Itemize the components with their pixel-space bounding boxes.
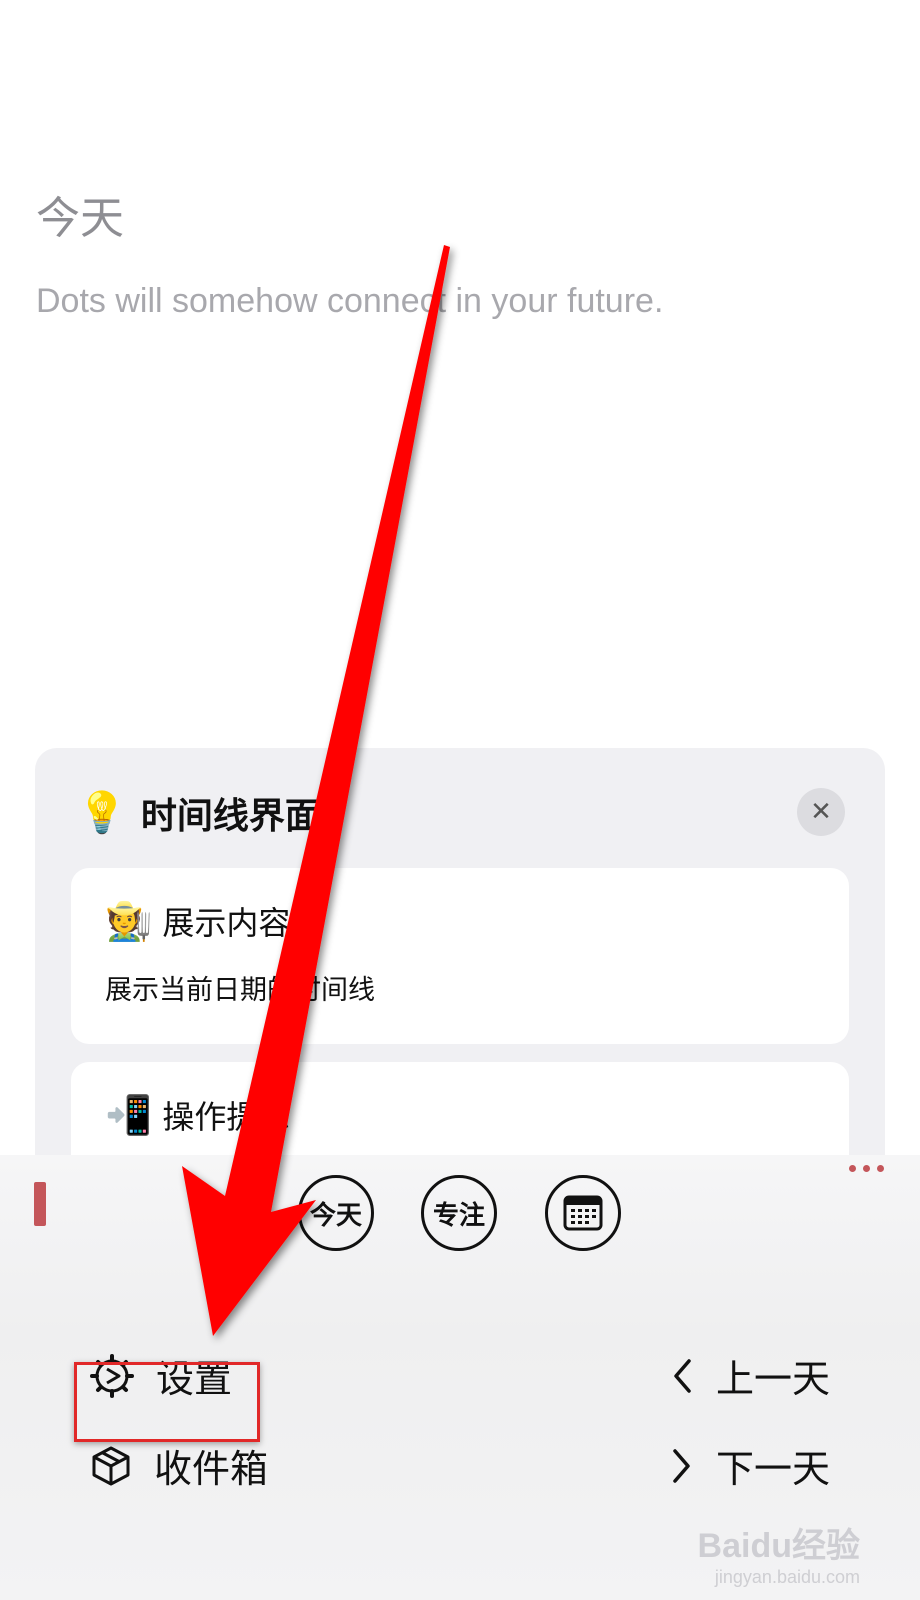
tip-item-desc: 展示当前日期的时间线 [105,975,375,1006]
tip-item-display-content: 🧑‍🌾 展示内容 展示当前日期的时间线 [71,868,849,1044]
chevron-left-icon [674,1358,691,1393]
next-day-label: 下一天 [715,1447,830,1491]
red-marker [34,1182,46,1226]
tip-item-head: 📲 操作提示 [105,1092,290,1138]
tip-item-title: 展示内容 [162,904,291,942]
close-icon: ✕ [810,797,832,827]
motto-text: Dots will somehow connect in your future… [36,282,664,320]
calendar-icon [563,1195,603,1231]
phone-arrow-icon: 📲 [105,1092,153,1137]
focus-button[interactable]: 专注 [421,1175,497,1251]
inbox-menu-item[interactable]: 收件箱 [90,1438,268,1493]
page-title: 今天 [36,193,124,244]
tip-item-title: 操作提示 [162,1098,291,1136]
tip-title: 时间线界面 [140,796,321,837]
farmer-icon: 🧑‍🌾 [105,898,153,943]
tip-header: 💡 时间线界面 [77,788,321,838]
today-button[interactable]: 今天 [298,1175,374,1251]
watermark-url: jingyan.baidu.com [714,1567,860,1587]
more-icon[interactable] [849,1165,884,1172]
previous-day-label: 上一天 [715,1357,830,1401]
close-button[interactable]: ✕ [797,788,845,836]
watermark-brand: Baidu经验 [697,1527,860,1565]
lightbulb-icon: 💡 [77,790,127,836]
inbox-label: 收件箱 [154,1447,269,1491]
next-day-button[interactable]: 下一天 [670,1438,830,1493]
tip-card: 💡 时间线界面 ✕ 🧑‍🌾 展示内容 展示当前日期的时间线 📲 操作提示 [35,748,885,1212]
calendar-button[interactable] [545,1175,621,1251]
tip-item-head: 🧑‍🌾 展示内容 [105,898,290,944]
watermark: Baidu经验 jingyan.baidu.com [698,1518,860,1588]
previous-day-button[interactable]: 上一天 [670,1348,830,1403]
chevron-right-icon [673,1448,690,1483]
box-icon [92,1446,130,1485]
settings-highlight-box [74,1362,260,1442]
